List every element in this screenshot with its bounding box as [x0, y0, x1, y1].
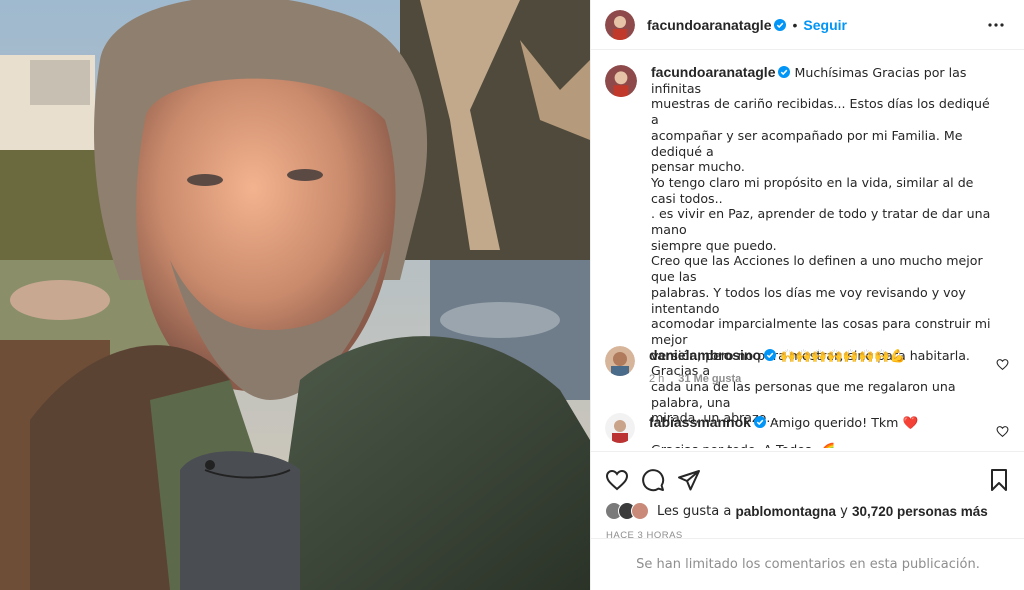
share-icon[interactable]	[677, 468, 701, 492]
likes-prefix: Les gusta a	[657, 503, 732, 519]
comment-item: danielambrosino 🙌🙌🙌🙌🙌🙌🙌💪 2 h 31 Me gusta	[605, 346, 1015, 385]
more-options-icon[interactable]	[984, 13, 1008, 37]
likes-middle: y	[840, 503, 848, 519]
comment-heart-icon[interactable]	[996, 358, 1009, 371]
save-icon[interactable]	[987, 468, 1011, 492]
post-panel: facundoaranatagle • Seguir facundoaranat…	[590, 0, 1024, 590]
likes-others[interactable]: 30,720 personas más	[852, 504, 988, 519]
verified-icon	[774, 18, 787, 31]
commenter-avatar[interactable]	[605, 413, 635, 443]
likes-user[interactable]: pablomontagna	[735, 504, 836, 519]
comments-list[interactable]: facundoaranatagle Muchísimas Gracias por…	[591, 51, 1024, 448]
caption: facundoaranatagle Muchísimas Gracias por…	[605, 64, 1005, 448]
caption-author[interactable]: facundoaranatagle	[651, 64, 775, 80]
verified-icon	[764, 349, 777, 361]
comment-likes[interactable]: 31 Me gusta	[678, 373, 741, 385]
likes-summary: Les gusta a pablomontagna y 30,720 perso…	[591, 496, 1024, 520]
commenter-avatar[interactable]	[605, 346, 635, 376]
comment-heart-icon[interactable]	[996, 425, 1009, 438]
author-avatar[interactable]	[605, 9, 635, 40]
liker-avatars[interactable]	[605, 502, 649, 520]
post-header: facundoaranatagle • Seguir	[591, 0, 1024, 50]
comments-limited-notice: Se han limitado los comentarios en esta …	[591, 538, 1024, 590]
heart-icon[interactable]	[605, 468, 629, 492]
post-image[interactable]	[0, 0, 590, 590]
verified-icon	[753, 416, 766, 428]
verified-icon	[778, 66, 791, 78]
comment-text: Amigo querido! Tkm ❤️	[769, 415, 919, 430]
comment-item: fabiassmannok Amigo querido! Tkm ❤️	[605, 413, 1015, 443]
post-photo	[0, 0, 590, 590]
author-avatar[interactable]	[605, 65, 637, 97]
commenter-username[interactable]: danielambrosino	[649, 347, 761, 363]
commenter-username[interactable]: fabiassmannok	[649, 414, 751, 430]
follow-button[interactable]: Seguir	[803, 17, 847, 33]
comment-time[interactable]: 2 h	[649, 373, 664, 385]
comment-text: 🙌🙌🙌🙌🙌🙌🙌💪	[780, 348, 906, 363]
post-actions: Les gusta a pablomontagna y 30,720 perso…	[591, 451, 1024, 590]
caption-text: facundoaranatagle Muchísimas Gracias por…	[651, 64, 1001, 448]
author-username[interactable]: facundoaranatagle	[647, 17, 771, 33]
comment-icon[interactable]	[641, 468, 665, 492]
separator-dot: •	[792, 16, 798, 33]
caption-body: Muchísimas Gracias por las infinitas mue…	[651, 65, 991, 448]
